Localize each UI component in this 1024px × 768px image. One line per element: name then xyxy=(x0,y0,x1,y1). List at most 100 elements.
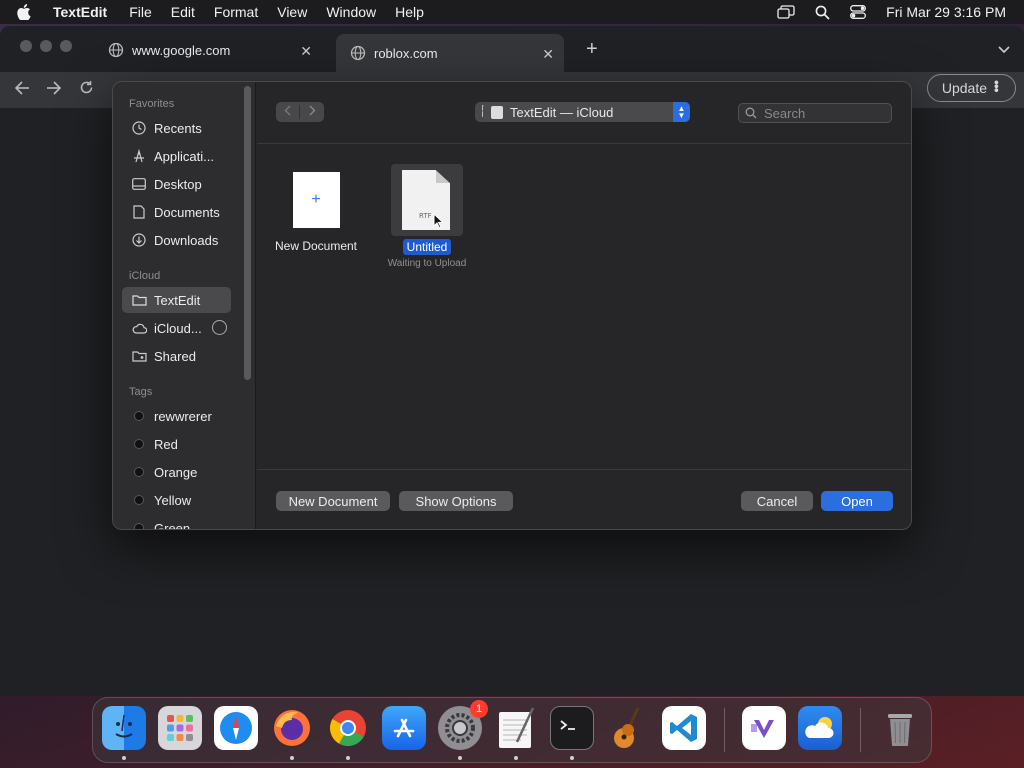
location-label: TextEdit — iCloud xyxy=(510,104,614,120)
plus-icon: + xyxy=(311,191,321,208)
sidebar-item-label: Desktop xyxy=(154,176,202,192)
launchpad-icon[interactable] xyxy=(158,706,202,750)
new-document-thumbnail: + xyxy=(292,172,340,228)
sidebar-scrollbar[interactable] xyxy=(244,86,251,380)
running-indicator xyxy=(514,756,518,760)
close-tab-icon[interactable]: ✕ xyxy=(300,43,312,60)
tab-strip: www.google.com ✕ roblox.com ✕ + xyxy=(0,26,1024,72)
sidebar-item-downloads[interactable]: Downloads xyxy=(122,227,231,253)
tab-google[interactable]: www.google.com ✕ xyxy=(94,34,322,66)
minimize-window-button[interactable] xyxy=(40,40,52,52)
forward-chevron-icon[interactable] xyxy=(300,105,324,119)
spotlight-search-icon[interactable] xyxy=(815,5,830,20)
sidebar-item-label: Red xyxy=(154,436,178,452)
forward-arrow-icon[interactable] xyxy=(46,80,62,100)
sidebar-item-tag-yellow[interactable]: Yellow xyxy=(122,487,231,513)
textedit-document-icon xyxy=(491,105,503,119)
sidebar-item-tag-orange[interactable]: Orange xyxy=(122,459,231,485)
tag-dot-icon xyxy=(134,523,144,529)
cloud-icon xyxy=(131,320,147,336)
tag-dot-icon xyxy=(134,495,144,505)
sidebar-item-label: Downloads xyxy=(154,232,219,248)
sidebar-item-label: TextEdit xyxy=(154,292,201,308)
sidebar-item-label: Recents xyxy=(154,120,202,136)
location-popup[interactable]: TextEdit — iCloud ▲ ▼ xyxy=(483,102,690,122)
tag-dot-icon xyxy=(134,467,144,477)
visual-studio-icon[interactable] xyxy=(742,706,786,750)
globe-icon xyxy=(108,42,124,58)
terminal-icon[interactable] xyxy=(550,706,594,750)
garageband-icon[interactable] xyxy=(606,706,650,750)
open-button[interactable]: Open xyxy=(821,491,893,511)
sidebar-item-tag-green[interactable]: Green xyxy=(122,515,231,530)
zoom-window-button[interactable] xyxy=(60,40,72,52)
tab-roblox[interactable]: roblox.com ✕ xyxy=(336,34,564,72)
running-indicator xyxy=(122,756,126,760)
running-indicator xyxy=(346,756,350,760)
untitled-file[interactable]: RTF Untitled Waiting to Upload xyxy=(381,164,473,269)
mouse-pointer-icon xyxy=(433,212,445,234)
show-options-button[interactable]: Show Options xyxy=(399,491,513,511)
tab-search-chevron-icon[interactable] xyxy=(998,41,1010,59)
chrome-icon[interactable] xyxy=(326,706,370,750)
menu-format[interactable]: Format xyxy=(214,4,258,20)
trash-icon[interactable] xyxy=(878,706,922,750)
system-settings-icon[interactable]: 1 xyxy=(438,700,488,750)
sidebar-item-label: Green xyxy=(154,520,191,530)
firefox-icon[interactable] xyxy=(270,706,314,750)
running-indicator xyxy=(290,756,294,760)
dock: 1 xyxy=(92,697,932,763)
upload-status: Waiting to Upload xyxy=(387,258,467,269)
weather-icon[interactable] xyxy=(798,706,842,750)
menu-edit[interactable]: Edit xyxy=(171,4,195,20)
more-vertical-icon[interactable]: ••• xyxy=(989,80,1005,92)
safari-icon[interactable] xyxy=(214,706,258,750)
sidebar-item-icloud-drive[interactable]: iCloud... xyxy=(122,315,231,341)
vscode-icon[interactable] xyxy=(662,706,706,750)
document-icon xyxy=(131,204,147,220)
back-chevron-icon[interactable] xyxy=(276,105,300,119)
menubar-clock[interactable]: Fri Mar 29 3:16 PM xyxy=(886,4,1006,20)
popup-stepper-icon: ▲ ▼ xyxy=(673,102,690,122)
textedit-icon[interactable] xyxy=(494,706,538,750)
new-document-button[interactable]: New Document xyxy=(276,491,390,511)
sidebar-item-textedit[interactable]: TextEdit xyxy=(122,287,231,313)
update-label: Update xyxy=(941,80,987,96)
sidebar-item-label: iCloud... xyxy=(154,320,202,336)
new-tab-button[interactable]: + xyxy=(586,38,598,61)
close-window-button[interactable] xyxy=(20,40,32,52)
finder-icon[interactable] xyxy=(102,706,146,750)
sidebar-item-desktop[interactable]: Desktop xyxy=(122,171,231,197)
sidebar-item-tag-red[interactable]: Red xyxy=(122,431,231,457)
control-center-icon[interactable] xyxy=(850,5,867,19)
file-label: Untitled xyxy=(402,239,452,255)
menu-view[interactable]: View xyxy=(277,4,307,20)
new-document-file[interactable]: + New Document xyxy=(271,171,361,253)
back-arrow-icon[interactable] xyxy=(14,80,30,100)
menu-help[interactable]: Help xyxy=(395,4,424,20)
screen-mirroring-icon[interactable] xyxy=(777,5,795,19)
close-tab-icon[interactable]: ✕ xyxy=(542,46,554,63)
open-file-dialog: Favorites Recents Applicati... Desktop D… xyxy=(112,81,912,530)
sidebar-item-tag-rewwrerer[interactable]: rewwrerer xyxy=(122,403,231,429)
reload-icon[interactable] xyxy=(79,80,94,100)
search-field[interactable]: Search xyxy=(738,103,892,123)
sidebar-item-shared[interactable]: Shared xyxy=(122,343,231,369)
cancel-button[interactable]: Cancel xyxy=(741,491,813,511)
tab-title: roblox.com xyxy=(374,45,438,61)
file-thumbnail-selected: RTF xyxy=(391,164,463,236)
menu-file[interactable]: File xyxy=(129,4,152,20)
app-store-icon[interactable] xyxy=(382,706,426,750)
apple-menu-icon[interactable] xyxy=(17,4,39,20)
tag-dot-icon xyxy=(134,411,144,421)
tag-dot-icon xyxy=(134,439,144,449)
menu-app-name[interactable]: TextEdit xyxy=(53,4,107,20)
file-browser: + New Document RTF Untitled Waiting to U… xyxy=(257,145,911,469)
menu-window[interactable]: Window xyxy=(326,4,376,20)
sidebar-item-label: Shared xyxy=(154,348,196,364)
desktop-icon xyxy=(131,176,147,192)
sidebar-item-documents[interactable]: Documents xyxy=(122,199,231,225)
sidebar-item-applications[interactable]: Applicati... xyxy=(122,143,231,169)
sidebar-item-recents[interactable]: Recents xyxy=(122,115,231,141)
update-button[interactable]: Update ••• xyxy=(926,74,1016,102)
